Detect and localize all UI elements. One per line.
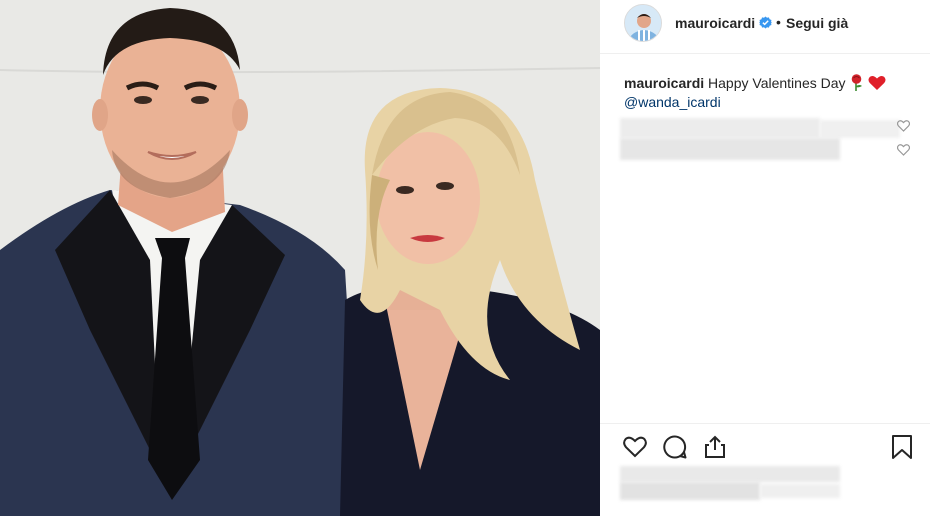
action-bar: [600, 423, 930, 465]
rose-emoji: [852, 74, 863, 91]
blurred-comment: [620, 118, 820, 138]
caption-username[interactable]: mauroicardi: [624, 75, 704, 91]
post-header: mauroicardi • Segui già: [600, 0, 930, 54]
caption-mention-link[interactable]: @wanda_icardi: [624, 93, 914, 112]
avatar[interactable]: [624, 4, 662, 42]
post-detail-panel: mauroicardi • Segui già mauroicardi Happ…: [600, 0, 930, 516]
red-heart-emoji: [868, 75, 886, 90]
small-heart-icon[interactable]: [897, 120, 910, 132]
verified-badge-icon: [759, 16, 772, 29]
username-link[interactable]: mauroicardi: [675, 15, 755, 31]
comment-icon[interactable]: [662, 434, 688, 460]
couple-photo: [0, 0, 600, 516]
post-photo[interactable]: [0, 0, 600, 516]
blurred-likes: [620, 466, 840, 482]
blurred-likes: [760, 484, 840, 498]
caption-text: Happy Valentines Day: [708, 75, 846, 91]
following-button[interactable]: Segui già: [786, 15, 848, 31]
bookmark-icon[interactable]: [889, 434, 915, 460]
post-caption: mauroicardi Happy Valentines Day @wanda_…: [624, 74, 914, 112]
header-separator: •: [776, 14, 781, 30]
share-icon[interactable]: [702, 434, 728, 460]
blurred-likes: [620, 482, 760, 500]
blurred-comment: [620, 138, 840, 160]
small-heart-icon[interactable]: [897, 144, 910, 156]
heart-icon[interactable]: [622, 434, 648, 460]
blurred-comment: [820, 120, 900, 138]
